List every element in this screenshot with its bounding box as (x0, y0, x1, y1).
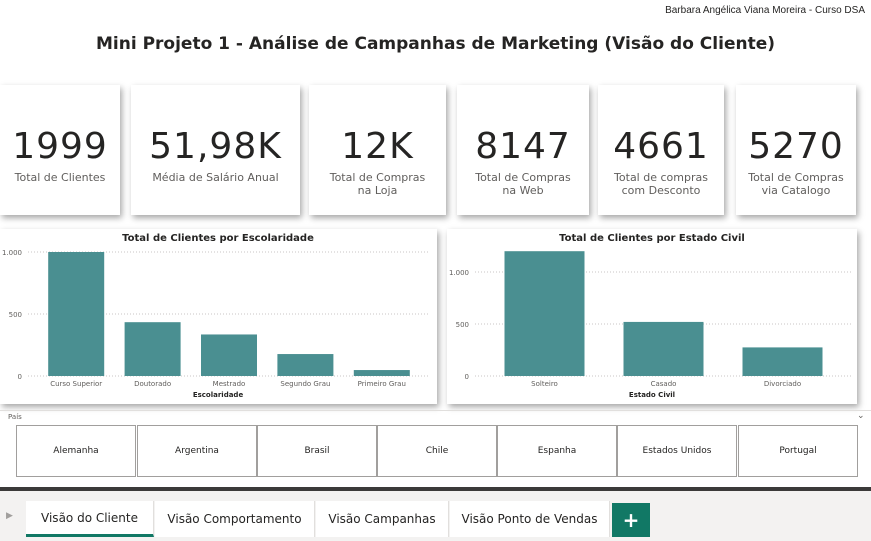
slicer-option-brasil[interactable]: Brasil (257, 425, 377, 477)
y-tick-label: 500 (9, 311, 22, 319)
tab-visao-ponto-de-vendas[interactable]: Visão Ponto de Vendas (450, 501, 610, 537)
x-tick-label: Solteiro (531, 380, 558, 388)
kpi-label: Total de Clientes (14, 171, 106, 184)
slicer-option-estados-unidos[interactable]: Estados Unidos (617, 425, 737, 477)
chart-title: Total de Clientes por Escolaridade (122, 233, 314, 244)
tab-visao-comportamento[interactable]: Visão Comportamento (155, 501, 315, 537)
kpi-card[interactable]: 5270 Total de Compras via Catalogo (736, 85, 856, 215)
kpi-card[interactable]: 4661 Total de compras com Desconto (598, 85, 724, 215)
y-tick-label: 500 (456, 321, 469, 329)
kpi-card[interactable]: 8147 Total de Compras na Web (457, 85, 589, 215)
x-tick-label: Casado (651, 380, 677, 388)
chevron-down-icon[interactable]: ⌄ (857, 411, 865, 421)
add-page-button[interactable]: + (612, 503, 650, 537)
x-tick-label: Doutorado (134, 380, 171, 388)
x-tick-label: Segundo Grau (280, 380, 330, 388)
kpi-card[interactable]: 51,98K Média de Salário Anual (131, 85, 300, 215)
slicer-option-alemanha[interactable]: Alemanha (16, 425, 136, 477)
chart-estado-civil-svg: Total de Clientes por Estado Civil 0 500 1.… (449, 233, 852, 399)
x-tick-label: Primeiro Grau (358, 380, 406, 388)
x-axis-label: Escolaridade (193, 391, 244, 399)
kpi-label: Total de Compras na Loja (329, 171, 426, 197)
kpi-value: 51,98K (149, 126, 282, 167)
kpi-value: 8147 (475, 126, 571, 167)
kpi-value: 5270 (748, 126, 844, 167)
slicer-header: País (8, 413, 22, 421)
bar[interactable] (277, 354, 334, 376)
slicer-option-argentina[interactable]: Argentina (137, 425, 257, 477)
y-tick-label: 1.000 (2, 249, 22, 257)
chart-estado-civil[interactable]: Total de Clientes por Estado Civil 0 500 1.… (447, 229, 857, 404)
tab-visao-campanhas[interactable]: Visão Campanhas (316, 501, 449, 537)
slicer-option-espanha[interactable]: Espanha (497, 425, 617, 477)
bar[interactable] (504, 251, 585, 376)
bar[interactable] (48, 252, 105, 376)
x-axis-label: Estado Civil (629, 391, 675, 399)
page-title: Mini Projeto 1 - Análise de Campanhas de… (95, 34, 775, 54)
chart-title: Total de Clientes por Estado Civil (559, 233, 745, 244)
tab-visao-do-cliente[interactable]: Visão do Cliente (26, 501, 154, 537)
bar[interactable] (353, 370, 410, 376)
kpi-value: 12K (341, 126, 414, 167)
kpi-label: Total de Compras via Catalogo (748, 171, 844, 197)
bar[interactable] (124, 322, 181, 376)
kpi-label: Total de Compras na Web (475, 171, 571, 197)
slicer-option-chile[interactable]: Chile (377, 425, 497, 477)
kpi-value: 4661 (613, 126, 709, 167)
report-author: Barbara Angélica Viana Moreira - Curso D… (665, 5, 865, 16)
kpi-card[interactable]: 12K Total de Compras na Loja (309, 85, 446, 215)
caret-right-icon[interactable]: ▶ (6, 511, 13, 521)
x-tick-label: Divorciado (764, 380, 801, 388)
x-tick-label: Curso Superior (50, 380, 102, 388)
y-tick-label: 0 (465, 373, 469, 381)
y-tick-label: 0 (18, 373, 22, 381)
bar[interactable] (201, 334, 257, 376)
slicer-option-portugal[interactable]: Portugal (738, 425, 858, 477)
x-tick-label: Mestrado (213, 380, 246, 388)
kpi-value: 1999 (12, 126, 108, 167)
page-tab-bar: ▶ Visão do Cliente Visão Comportamento V… (0, 487, 871, 541)
chart-escolaridade-svg: Total de Clientes por Escolaridade 0 500 1.… (2, 233, 430, 399)
kpi-card[interactable]: 1999 Total de Clientes (0, 85, 120, 215)
y-tick-label: 1.000 (449, 269, 469, 277)
kpi-label: Total de compras com Desconto (614, 171, 708, 197)
bar[interactable] (742, 347, 823, 376)
chart-escolaridade[interactable]: Total de Clientes por Escolaridade 0 500 1.… (0, 229, 437, 404)
bar[interactable] (623, 321, 704, 376)
kpi-label: Média de Salário Anual (152, 171, 279, 184)
